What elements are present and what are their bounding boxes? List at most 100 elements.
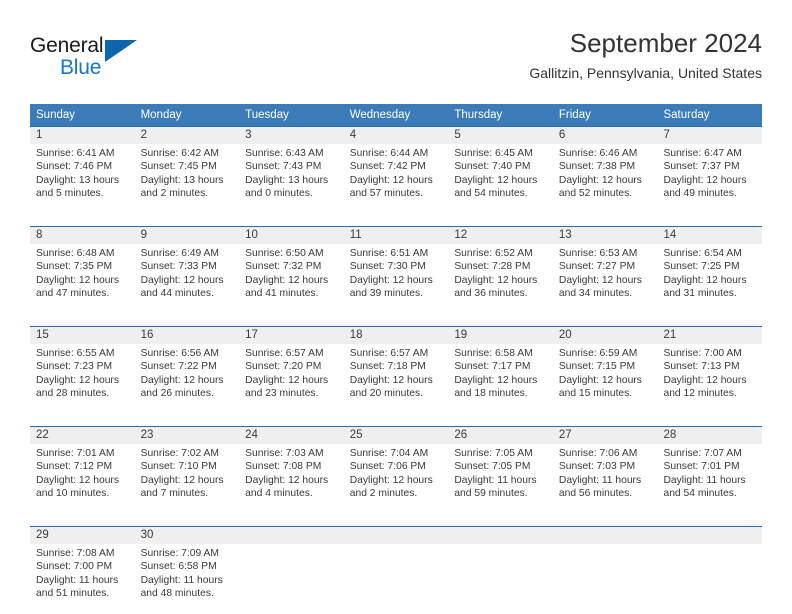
day-details: Sunrise: 7:00 AM Sunset: 7:13 PM Daylight:…	[657, 344, 762, 401]
day-cell-18[interactable]: 18 Sunrise: 6:57 AM Sunset: 7:18 PM Dayligh…	[343, 327, 449, 414]
day-number: 22	[30, 427, 135, 444]
brand-logo[interactable]: General Blue	[30, 34, 150, 90]
day-cell-23[interactable]: 23 Sunrise: 7:02 AM Sunset: 7:10 PM Dayligh…	[134, 427, 240, 514]
day-number: 14	[657, 227, 763, 244]
day-cell-28[interactable]: 28 Sunrise: 7:07 AM Sunset: 7:01 PM Dayligh…	[657, 427, 763, 514]
day-daylight2-text: and 20 minutes.	[349, 388, 424, 400]
day-number: 1	[30, 127, 135, 144]
day-number: 9	[134, 227, 240, 244]
day-daylight1-text: Daylight: 12 hours	[558, 174, 642, 186]
day-sunrise-text: Sunrise: 7:08 AM	[36, 548, 115, 559]
day-sunrise-text: Sunrise: 6:54 AM	[663, 248, 742, 259]
day-daylight1-text: Daylight: 11 hours	[36, 574, 119, 586]
day-daylight2-text: and 18 minutes.	[454, 388, 528, 400]
day-cell-2[interactable]: 2 Sunrise: 6:42 AM Sunset: 7:45 PM Daylight…	[134, 127, 240, 214]
day-daylight1-text: Daylight: 12 hours	[36, 474, 119, 486]
day-number: 10	[239, 227, 344, 244]
day-cell-1[interactable]: 1 Sunrise: 6:41 AM Sunset: 7:46 PM Daylight…	[30, 127, 135, 214]
day-details: Sunrise: 7:05 AM Sunset: 7:05 PM Daylight:…	[448, 444, 553, 501]
day-cell-4[interactable]: 4 Sunrise: 6:44 AM Sunset: 7:42 PM Daylight…	[343, 127, 449, 214]
day-sunrise-text: Sunrise: 6:59 AM	[558, 348, 638, 359]
day-cell-22[interactable]: 22 Sunrise: 7:01 AM Sunset: 7:12 PM Dayligh…	[30, 427, 135, 514]
day-number: 8	[30, 227, 135, 244]
day-sunset-text: Sunset: 7:32 PM	[245, 261, 322, 273]
day-daylight2-text: and 41 minutes.	[245, 288, 319, 300]
day-sunrise-text: Sunrise: 7:00 AM	[663, 348, 742, 359]
day-details: Sunrise: 6:48 AM Sunset: 7:35 PM Daylight:…	[30, 244, 135, 301]
day-sunrise-text: Sunrise: 6:50 AM	[245, 248, 324, 259]
day-details: Sunrise: 7:04 AM Sunset: 7:06 PM Daylight:…	[344, 444, 449, 501]
day-daylight1-text: Daylight: 12 hours	[245, 274, 329, 286]
title-block: September 2024 Gallitzin, Pennsylvania, …	[529, 26, 762, 84]
day-number: 30	[134, 527, 240, 544]
day-cell-24[interactable]: 24 Sunrise: 7:03 AM Sunset: 7:08 PM Dayligh…	[239, 427, 344, 514]
day-cell-30[interactable]: 30 Sunrise: 7:09 AM Sunset: 6:58 PM Dayligh…	[134, 527, 240, 614]
day-sunrise-text: Sunrise: 6:47 AM	[663, 148, 742, 159]
day-daylight1-text: Daylight: 12 hours	[454, 174, 538, 186]
day-cell-26[interactable]: 26 Sunrise: 7:05 AM Sunset: 7:05 PM Dayligh…	[448, 427, 553, 514]
day-details: Sunrise: 7:03 AM Sunset: 7:08 PM Daylight:…	[239, 444, 344, 501]
day-cell-15[interactable]: 15 Sunrise: 6:55 AM Sunset: 7:23 PM Dayligh…	[30, 327, 135, 414]
day-sunset-text: Sunset: 7:27 PM	[558, 261, 636, 273]
day-cell-11[interactable]: 11 Sunrise: 6:51 AM Sunset: 7:30 PM Dayligh…	[343, 227, 449, 314]
day-cell-16[interactable]: 16 Sunrise: 6:56 AM Sunset: 7:22 PM Dayligh…	[134, 327, 240, 414]
day-daylight1-text: Daylight: 12 hours	[349, 274, 433, 286]
day-cell-8[interactable]: 8 Sunrise: 6:48 AM Sunset: 7:35 PM Daylight…	[30, 227, 135, 314]
day-cell-29[interactable]: 29 Sunrise: 7:08 AM Sunset: 7:00 PM Dayligh…	[30, 527, 135, 614]
day-details	[553, 544, 658, 547]
day-sunset-text: Sunset: 7:06 PM	[349, 461, 426, 473]
day-daylight2-text: and 44 minutes.	[140, 288, 214, 300]
day-number: 29	[30, 527, 135, 544]
weekday-header-tuesday: Tuesday	[245, 109, 289, 121]
week-inner: 29 Sunrise: 7:08 AM Sunset: 7:00 PM Dayligh…	[30, 527, 763, 614]
day-number	[552, 527, 658, 544]
day-daylight1-text: Daylight: 12 hours	[454, 274, 538, 286]
day-details: Sunrise: 6:45 AM Sunset: 7:40 PM Daylight:…	[448, 144, 553, 201]
day-cell-17[interactable]: 17 Sunrise: 6:57 AM Sunset: 7:20 PM Dayligh…	[239, 327, 344, 414]
day-daylight2-text: and 52 minutes.	[558, 188, 633, 200]
day-sunrise-text: Sunrise: 7:06 AM	[558, 448, 638, 459]
day-details: Sunrise: 6:42 AM Sunset: 7:45 PM Daylight:…	[135, 144, 240, 201]
day-cell-6[interactable]: 6 Sunrise: 6:46 AM Sunset: 7:38 PM Daylight…	[552, 127, 658, 214]
day-cell-27[interactable]: 27 Sunrise: 7:06 AM Sunset: 7:03 PM Dayligh…	[552, 427, 658, 514]
day-details: Sunrise: 7:06 AM Sunset: 7:03 PM Daylight:…	[553, 444, 658, 501]
day-cell-21[interactable]: 21 Sunrise: 7:00 AM Sunset: 7:13 PM Dayligh…	[657, 327, 763, 414]
day-details	[239, 544, 344, 547]
calendar-week-row: 15 Sunrise: 6:55 AM Sunset: 7:23 PM Dayligh…	[30, 326, 763, 414]
day-sunset-text: Sunset: 7:33 PM	[140, 261, 217, 273]
day-daylight2-text: and 49 minutes.	[663, 188, 737, 200]
day-cell-7[interactable]: 7 Sunrise: 6:47 AM Sunset: 7:37 PM Daylight…	[657, 127, 763, 214]
day-number: 28	[657, 427, 763, 444]
day-cell-20[interactable]: 20 Sunrise: 6:59 AM Sunset: 7:15 PM Dayligh…	[552, 327, 658, 414]
day-cell-19[interactable]: 19 Sunrise: 6:58 AM Sunset: 7:17 PM Dayligh…	[448, 327, 553, 414]
day-details: Sunrise: 7:08 AM Sunset: 7:00 PM Daylight:…	[30, 544, 135, 601]
day-sunrise-text: Sunrise: 7:09 AM	[140, 548, 219, 559]
day-sunrise-text: Sunrise: 7:07 AM	[663, 448, 742, 459]
brand-name-general: General	[30, 34, 104, 57]
day-number	[657, 527, 763, 544]
day-cell-3[interactable]: 3 Sunrise: 6:43 AM Sunset: 7:43 PM Daylight…	[239, 127, 344, 214]
calendar-week-row: 1 Sunrise: 6:41 AM Sunset: 7:46 PM Daylight…	[30, 126, 763, 214]
day-number: 3	[239, 127, 344, 144]
day-sunrise-text: Sunrise: 6:53 AM	[558, 248, 638, 259]
day-sunrise-text: Sunrise: 6:49 AM	[140, 248, 219, 259]
day-daylight2-text: and 31 minutes.	[663, 288, 737, 300]
day-cell-13[interactable]: 13 Sunrise: 6:53 AM Sunset: 7:27 PM Dayligh…	[552, 227, 658, 314]
day-number: 19	[448, 327, 553, 344]
day-sunset-text: Sunset: 7:01 PM	[663, 461, 740, 473]
day-cell-10[interactable]: 10 Sunrise: 6:50 AM Sunset: 7:32 PM Dayligh…	[239, 227, 344, 314]
weekday-header-monday: Monday	[140, 109, 182, 121]
day-cell-14[interactable]: 14 Sunrise: 6:54 AM Sunset: 7:25 PM Dayligh…	[657, 227, 763, 314]
calendar-week-row: 8 Sunrise: 6:48 AM Sunset: 7:35 PM Daylight…	[30, 226, 763, 314]
day-daylight1-text: Daylight: 12 hours	[558, 374, 642, 386]
day-sunset-text: Sunset: 7:28 PM	[454, 261, 531, 273]
day-daylight1-text: Daylight: 13 hours	[36, 174, 119, 186]
day-daylight2-text: and 36 minutes.	[454, 288, 528, 300]
day-cell-25[interactable]: 25 Sunrise: 7:04 AM Sunset: 7:06 PM Dayligh…	[343, 427, 449, 514]
day-sunrise-text: Sunrise: 7:01 AM	[36, 448, 115, 459]
day-cell-9[interactable]: 9 Sunrise: 6:49 AM Sunset: 7:33 PM Daylight…	[134, 227, 240, 314]
day-details: Sunrise: 6:49 AM Sunset: 7:33 PM Daylight:…	[135, 244, 240, 301]
day-cell-12[interactable]: 12 Sunrise: 6:52 AM Sunset: 7:28 PM Dayligh…	[448, 227, 553, 314]
day-details: Sunrise: 6:47 AM Sunset: 7:37 PM Daylight:…	[657, 144, 762, 201]
day-cell-5[interactable]: 5 Sunrise: 6:45 AM Sunset: 7:40 PM Daylight…	[448, 127, 553, 214]
